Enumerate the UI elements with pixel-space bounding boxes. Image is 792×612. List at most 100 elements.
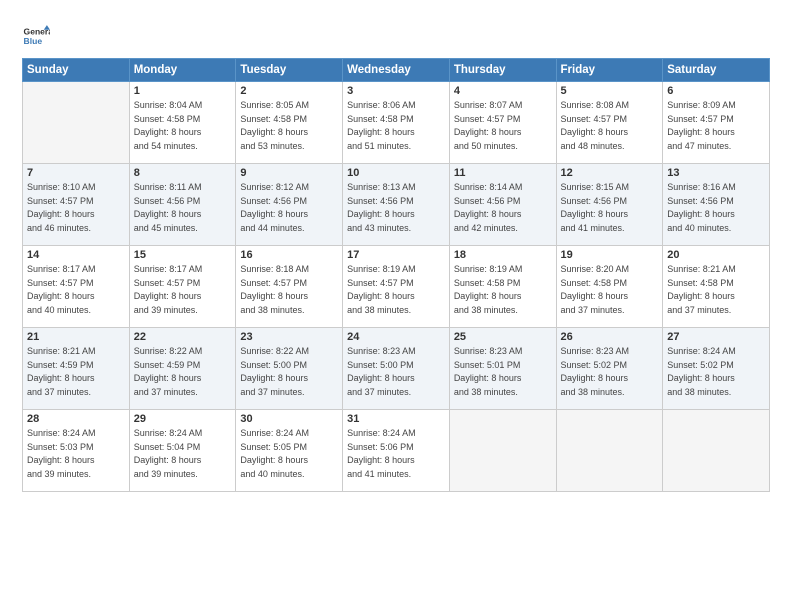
- header-day: Friday: [556, 59, 663, 82]
- calendar-day-cell: [23, 82, 130, 164]
- day-info: Sunrise: 8:15 AMSunset: 4:56 PMDaylight:…: [561, 181, 659, 235]
- calendar-day-cell: 15 Sunrise: 8:17 AMSunset: 4:57 PMDayligh…: [129, 246, 236, 328]
- header-day: Sunday: [23, 59, 130, 82]
- day-number: 20: [667, 249, 765, 261]
- calendar-day-cell: [663, 410, 770, 492]
- day-info: Sunrise: 8:22 AMSunset: 4:59 PMDaylight:…: [134, 345, 232, 399]
- calendar-day-cell: 13 Sunrise: 8:16 AMSunset: 4:56 PMDayligh…: [663, 164, 770, 246]
- day-info: Sunrise: 8:19 AMSunset: 4:58 PMDaylight:…: [454, 263, 552, 317]
- day-number: 29: [134, 413, 232, 425]
- calendar-day-cell: 11 Sunrise: 8:14 AMSunset: 4:56 PMDayligh…: [449, 164, 556, 246]
- day-number: 25: [454, 331, 552, 343]
- header-day: Tuesday: [236, 59, 343, 82]
- day-info: Sunrise: 8:24 AMSunset: 5:03 PMDaylight:…: [27, 427, 125, 481]
- calendar-page: General Blue SundayMondayTuesdayWednesda…: [0, 0, 792, 612]
- header-day: Thursday: [449, 59, 556, 82]
- day-number: 23: [240, 331, 338, 343]
- calendar-day-cell: 26 Sunrise: 8:23 AMSunset: 5:02 PMDayligh…: [556, 328, 663, 410]
- day-number: 21: [27, 331, 125, 343]
- day-info: Sunrise: 8:18 AMSunset: 4:57 PMDaylight:…: [240, 263, 338, 317]
- day-info: Sunrise: 8:24 AMSunset: 5:04 PMDaylight:…: [134, 427, 232, 481]
- logo: General Blue: [22, 22, 50, 50]
- day-number: 2: [240, 85, 338, 97]
- calendar-day-cell: 30 Sunrise: 8:24 AMSunset: 5:05 PMDayligh…: [236, 410, 343, 492]
- calendar-week-row: 7 Sunrise: 8:10 AMSunset: 4:57 PMDaylight…: [23, 164, 770, 246]
- day-info: Sunrise: 8:23 AMSunset: 5:01 PMDaylight:…: [454, 345, 552, 399]
- calendar-day-cell: 21Sunrise: 8:21 AMSunset: 4:59 PMDayligh…: [23, 328, 130, 410]
- svg-text:Blue: Blue: [24, 36, 43, 46]
- calendar-day-cell: 17 Sunrise: 8:19 AMSunset: 4:57 PMDayligh…: [343, 246, 450, 328]
- day-info: Sunrise: 8:20 AMSunset: 4:58 PMDaylight:…: [561, 263, 659, 317]
- day-number: 28: [27, 413, 125, 425]
- day-number: 7: [27, 167, 125, 179]
- header-day: Saturday: [663, 59, 770, 82]
- calendar-day-cell: 18 Sunrise: 8:19 AMSunset: 4:58 PMDayligh…: [449, 246, 556, 328]
- calendar-week-row: 28 Sunrise: 8:24 AMSunset: 5:03 PMDayligh…: [23, 410, 770, 492]
- day-info: Sunrise: 8:07 AMSunset: 4:57 PMDaylight:…: [454, 99, 552, 153]
- calendar-day-cell: [449, 410, 556, 492]
- day-info: Sunrise: 8:12 AMSunset: 4:56 PMDaylight:…: [240, 181, 338, 235]
- day-info: Sunrise: 8:24 AMSunset: 5:06 PMDaylight:…: [347, 427, 445, 481]
- calendar-day-cell: 20 Sunrise: 8:21 AMSunset: 4:58 PMDayligh…: [663, 246, 770, 328]
- calendar-table: SundayMondayTuesdayWednesdayThursdayFrid…: [22, 58, 770, 492]
- header-day: Wednesday: [343, 59, 450, 82]
- day-number: 24: [347, 331, 445, 343]
- day-number: 1: [134, 85, 232, 97]
- calendar-day-cell: 10Sunrise: 8:13 AMSunset: 4:56 PMDayligh…: [343, 164, 450, 246]
- day-info: Sunrise: 8:14 AMSunset: 4:56 PMDaylight:…: [454, 181, 552, 235]
- day-number: 18: [454, 249, 552, 261]
- day-info: Sunrise: 8:21 AMSunset: 4:58 PMDaylight:…: [667, 263, 765, 317]
- calendar-day-cell: 9 Sunrise: 8:12 AMSunset: 4:56 PMDaylight…: [236, 164, 343, 246]
- day-number: 11: [454, 167, 552, 179]
- calendar-day-cell: 31 Sunrise: 8:24 AMSunset: 5:06 PMDayligh…: [343, 410, 450, 492]
- day-number: 26: [561, 331, 659, 343]
- header-row: SundayMondayTuesdayWednesdayThursdayFrid…: [23, 59, 770, 82]
- calendar-day-cell: 5 Sunrise: 8:08 AMSunset: 4:57 PMDaylight…: [556, 82, 663, 164]
- day-info: Sunrise: 8:05 AMSunset: 4:58 PMDaylight:…: [240, 99, 338, 153]
- day-info: Sunrise: 8:11 AMSunset: 4:56 PMDaylight:…: [134, 181, 232, 235]
- calendar-week-row: 14 Sunrise: 8:17 AMSunset: 4:57 PMDayligh…: [23, 246, 770, 328]
- day-number: 22: [134, 331, 232, 343]
- day-info: Sunrise: 8:17 AMSunset: 4:57 PMDaylight:…: [134, 263, 232, 317]
- day-info: Sunrise: 8:24 AMSunset: 5:02 PMDaylight:…: [667, 345, 765, 399]
- day-info: Sunrise: 8:24 AMSunset: 5:05 PMDaylight:…: [240, 427, 338, 481]
- day-number: 30: [240, 413, 338, 425]
- day-number: 14: [27, 249, 125, 261]
- calendar-day-cell: 16Sunrise: 8:18 AMSunset: 4:57 PMDayligh…: [236, 246, 343, 328]
- header-day: Monday: [129, 59, 236, 82]
- calendar-day-cell: 8Sunrise: 8:11 AMSunset: 4:56 PMDaylight…: [129, 164, 236, 246]
- logo-icon: General Blue: [22, 22, 50, 50]
- calendar-week-row: 1 Sunrise: 8:04 AMSunset: 4:58 PMDaylight…: [23, 82, 770, 164]
- day-info: Sunrise: 8:10 AMSunset: 4:57 PMDaylight:…: [27, 181, 125, 235]
- day-number: 27: [667, 331, 765, 343]
- day-info: Sunrise: 8:23 AMSunset: 5:02 PMDaylight:…: [561, 345, 659, 399]
- calendar-day-cell: 23Sunrise: 8:22 AMSunset: 5:00 PMDayligh…: [236, 328, 343, 410]
- day-number: 10: [347, 167, 445, 179]
- calendar-day-cell: 3 Sunrise: 8:06 AMSunset: 4:58 PMDaylight…: [343, 82, 450, 164]
- day-number: 5: [561, 85, 659, 97]
- calendar-day-cell: 7 Sunrise: 8:10 AMSunset: 4:57 PMDaylight…: [23, 164, 130, 246]
- day-info: Sunrise: 8:19 AMSunset: 4:57 PMDaylight:…: [347, 263, 445, 317]
- calendar-day-cell: 6Sunrise: 8:09 AMSunset: 4:57 PMDaylight…: [663, 82, 770, 164]
- day-number: 31: [347, 413, 445, 425]
- day-number: 9: [240, 167, 338, 179]
- day-number: 19: [561, 249, 659, 261]
- day-number: 3: [347, 85, 445, 97]
- calendar-day-cell: 29 Sunrise: 8:24 AMSunset: 5:04 PMDayligh…: [129, 410, 236, 492]
- calendar-day-cell: 25 Sunrise: 8:23 AMSunset: 5:01 PMDayligh…: [449, 328, 556, 410]
- day-number: 6: [667, 85, 765, 97]
- calendar-day-cell: 24Sunrise: 8:23 AMSunset: 5:00 PMDayligh…: [343, 328, 450, 410]
- day-info: Sunrise: 8:04 AMSunset: 4:58 PMDaylight:…: [134, 99, 232, 153]
- calendar-day-cell: 4 Sunrise: 8:07 AMSunset: 4:57 PMDaylight…: [449, 82, 556, 164]
- day-number: 17: [347, 249, 445, 261]
- day-number: 13: [667, 167, 765, 179]
- day-info: Sunrise: 8:16 AMSunset: 4:56 PMDaylight:…: [667, 181, 765, 235]
- calendar-day-cell: 28 Sunrise: 8:24 AMSunset: 5:03 PMDayligh…: [23, 410, 130, 492]
- calendar-week-row: 21Sunrise: 8:21 AMSunset: 4:59 PMDayligh…: [23, 328, 770, 410]
- day-info: Sunrise: 8:06 AMSunset: 4:58 PMDaylight:…: [347, 99, 445, 153]
- day-number: 15: [134, 249, 232, 261]
- day-info: Sunrise: 8:08 AMSunset: 4:57 PMDaylight:…: [561, 99, 659, 153]
- calendar-day-cell: 2 Sunrise: 8:05 AMSunset: 4:58 PMDaylight…: [236, 82, 343, 164]
- day-number: 4: [454, 85, 552, 97]
- header: General Blue: [22, 18, 770, 50]
